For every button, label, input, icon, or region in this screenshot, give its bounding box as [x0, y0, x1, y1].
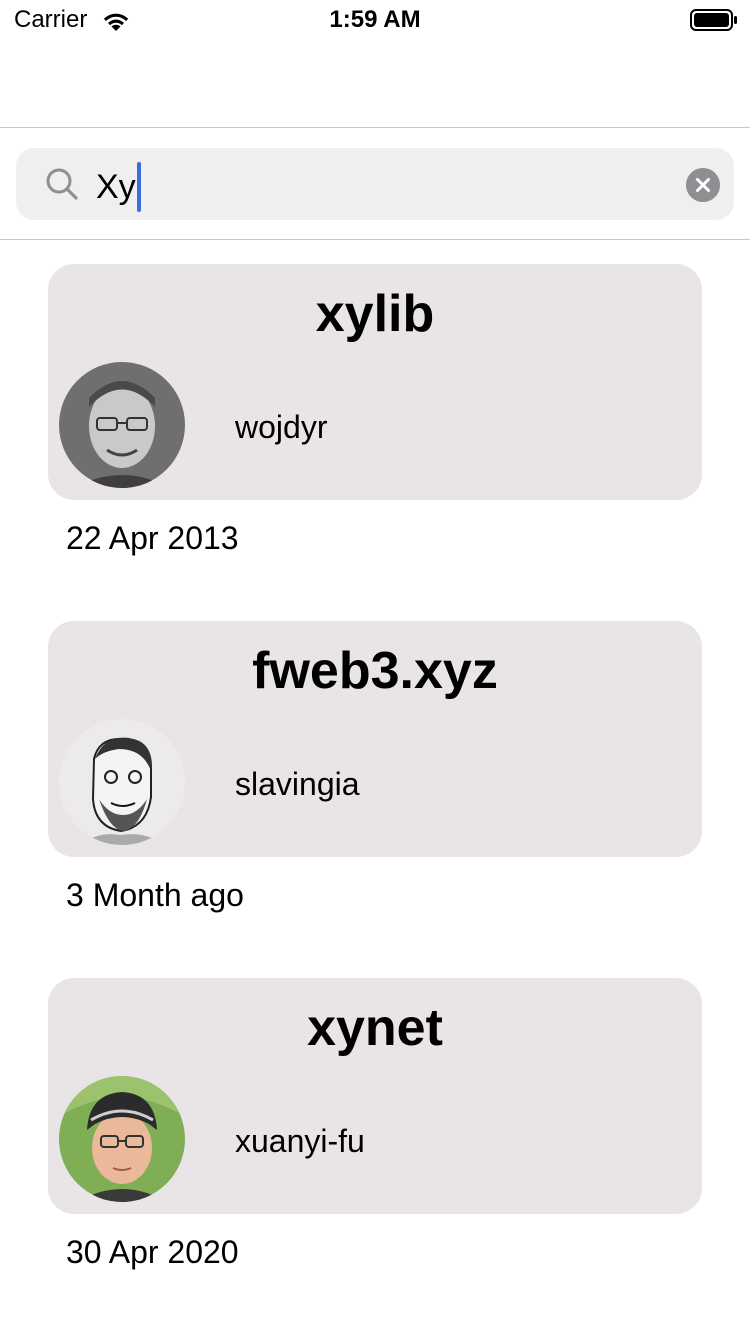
status-bar: Carrier 1:59 AM [0, 0, 750, 40]
repo-date: 22 Apr 2013 [66, 520, 239, 556]
repo-card[interactable]: xylib wojdyr [48, 264, 702, 500]
repo-name: xynet [307, 999, 443, 1057]
repo-name: xylib [315, 285, 435, 343]
search-bar: Xy [0, 128, 750, 240]
avatar [59, 362, 185, 488]
owner-name: xuanyi-fu [235, 1123, 365, 1159]
repo-date: 3 Month ago [66, 877, 244, 913]
owner-name: slavingia [235, 766, 360, 802]
repo-date: 30 Apr 2020 [66, 1234, 239, 1270]
repo-card[interactable]: fweb3.xyz slavingia [48, 621, 702, 857]
result-item[interactable]: xynet xuanyi-fu 30 Apr 2020 [48, 978, 702, 1272]
search-icon [46, 168, 78, 200]
text-cursor [136, 162, 141, 212]
repo-name: fweb3.xyz [252, 642, 498, 700]
repo-card[interactable]: xynet xuanyi-fu [48, 978, 702, 1214]
battery-icon [690, 9, 737, 31]
search-field[interactable]: Xy [16, 148, 734, 220]
navigation-bar [0, 40, 750, 128]
avatar [59, 1076, 185, 1202]
clear-icon[interactable] [686, 168, 720, 202]
result-item[interactable]: xylib wojdyr 22 Apr 2013 [48, 264, 702, 558]
avatar [59, 719, 185, 845]
search-input[interactable]: Xy [96, 162, 141, 212]
status-time: 1:59 AM [329, 6, 421, 33]
result-item[interactable]: fweb3.xyz slavingia 3 Month ago [48, 621, 702, 915]
search-input-value: Xy [96, 168, 136, 206]
owner-name: wojdyr [235, 409, 328, 445]
